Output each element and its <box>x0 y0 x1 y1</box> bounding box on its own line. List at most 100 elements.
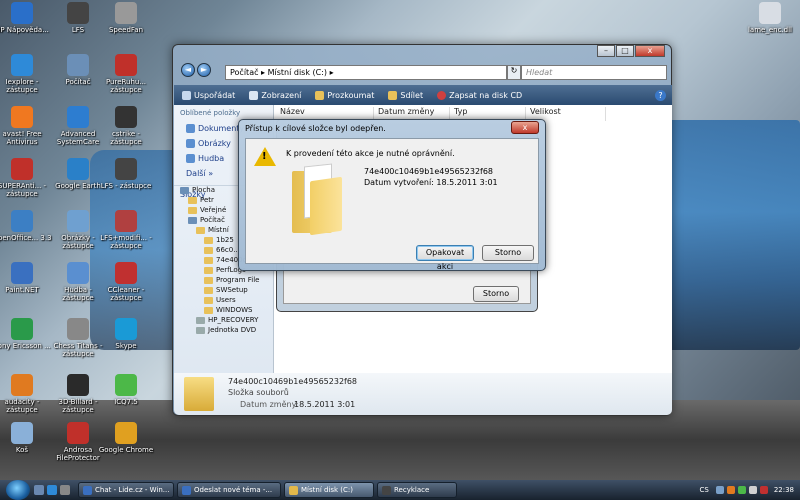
tray-icq-icon[interactable] <box>737 486 746 494</box>
desktop-icon[interactable]: Paint.NET <box>0 262 52 294</box>
quicklaunch-switch-icon[interactable] <box>60 485 70 495</box>
desktop-app-icon <box>11 54 33 76</box>
desktop-icon[interactable]: HP Nápověda... <box>0 2 52 34</box>
tree-item-label: Jednotka DVD <box>208 326 257 334</box>
desktop-icon[interactable]: SpeedFan <box>96 2 156 34</box>
desktop-icon[interactable]: CCleaner - zástupce <box>96 262 156 302</box>
desktop-app-icon <box>67 318 89 340</box>
tree-item[interactable]: Jednotka DVD <box>174 325 274 335</box>
desktop-icon-label: HP Nápověda... <box>0 26 49 34</box>
organize-button[interactable]: Uspořádat <box>182 90 236 100</box>
desktop-app-icon <box>759 2 781 24</box>
tray-network-icon[interactable] <box>715 486 724 494</box>
music-icon <box>186 154 195 163</box>
tree-item-label: Program File <box>216 276 260 284</box>
desktop-icon[interactable]: audacity - zástupce <box>0 374 52 414</box>
taskbar-button[interactable]: Odeslat nové téma -... <box>177 482 281 498</box>
task-app-icon <box>382 485 391 495</box>
refresh-button[interactable]: ↻ <box>507 65 521 80</box>
back-button[interactable]: ◄ <box>181 63 195 77</box>
folder-icon <box>204 306 213 314</box>
desktop-icon[interactable]: OpenOffice... 3.3 <box>0 210 52 242</box>
favorite-label: Hudba <box>198 154 225 163</box>
desktop-icon[interactable]: PureRuhu... zástupce <box>96 54 156 94</box>
dialog-close-button[interactable]: x <box>511 121 539 134</box>
desktop-icon[interactable]: Google Chrome <box>96 422 156 454</box>
desktop-app-icon <box>115 54 137 76</box>
organize-label: Uspořádat <box>194 90 236 100</box>
share-button[interactable]: Sdílet <box>388 90 423 100</box>
desktop-icon[interactable]: Skype <box>96 318 156 350</box>
retry-button[interactable]: Opakovat akci <box>416 245 474 271</box>
desktop-icon-label: lame_enc.dll <box>747 26 792 34</box>
desktop-icon[interactable]: avast! Free Antivirus <box>0 106 52 146</box>
desktop-app-icon <box>67 54 89 76</box>
tree-item[interactable]: HP_RECOVERY <box>174 315 274 325</box>
tree-item-label: WINDOWS <box>216 306 253 314</box>
desktop-icon[interactable]: cstrike - zástupce <box>96 106 156 146</box>
clock[interactable]: 22:38 <box>774 486 794 494</box>
tree-item[interactable]: SWSetup <box>174 285 274 295</box>
tree-item[interactable]: WINDOWS <box>174 305 274 315</box>
dialog-folder-name: 74e400c10469b1e49565232f68 <box>364 167 494 176</box>
taskbar-button[interactable]: Chat - Lide.cz - Win... <box>78 482 174 498</box>
desktop-icon-label: cstrike - zástupce <box>110 130 142 146</box>
maximize-button[interactable]: □ <box>616 45 634 57</box>
quicklaunch-ie-icon[interactable] <box>47 485 57 495</box>
desktop-icon-label: Google Chrome <box>98 446 154 454</box>
desktop-icon[interactable]: LFS+modifi... - zástupce <box>96 210 156 250</box>
desktop-app-icon <box>11 2 33 24</box>
desktop-icon[interactable]: Sony Ericsson ... <box>0 318 52 350</box>
taskbar-button[interactable]: Recyklace <box>377 482 457 498</box>
details-type: Složka souborů <box>228 388 289 397</box>
folder-icon <box>180 186 189 194</box>
start-button[interactable] <box>6 480 30 500</box>
burn-button[interactable]: Zapsat na disk CD <box>437 90 522 100</box>
tree-item-label: Plocha <box>192 186 216 194</box>
window-controls: – □ x <box>596 45 665 57</box>
task-label: Místní disk (C:) <box>301 486 354 494</box>
desktop-app-icon <box>67 158 89 180</box>
tray-shield-icon[interactable] <box>759 486 768 494</box>
background-cancel-button[interactable]: Storno <box>473 286 519 302</box>
desktop-icon[interactable]: Koš <box>0 422 52 454</box>
tray-avast-icon[interactable] <box>726 486 735 494</box>
tray-volume-icon[interactable] <box>748 486 757 494</box>
forward-button[interactable]: ► <box>197 63 211 77</box>
minimize-button[interactable]: – <box>597 45 615 57</box>
help-icon[interactable]: ? <box>655 89 666 101</box>
folder-icon <box>204 296 213 304</box>
explore-button[interactable]: Prozkoumat <box>315 90 374 100</box>
desktop-icon[interactable]: ICQ7.5 <box>96 374 156 406</box>
tree-item-label: Počítač <box>200 216 225 224</box>
desktop-icon[interactable]: LFS - zástupce <box>96 158 156 190</box>
desktop-icon[interactable]: SUPERAnti... - zástupce <box>0 158 52 198</box>
dialog-created-date: Datum vytvoření: 18.5.2011 3:01 <box>364 178 498 187</box>
close-button[interactable]: x <box>635 45 665 57</box>
burn-disc-icon <box>437 90 447 100</box>
desktop-icon-label: Iexplore - zástupce <box>5 78 39 94</box>
taskbar-button[interactable]: Místní disk (C:) <box>284 482 374 498</box>
language-indicator[interactable]: CS <box>699 486 708 494</box>
tree-item[interactable]: Users <box>174 295 274 305</box>
folder-icon <box>204 246 213 254</box>
desktop-icon[interactable]: Iexplore - zástupce <box>0 54 52 94</box>
pictures-icon <box>186 139 195 148</box>
views-button[interactable]: Zobrazení <box>249 90 301 100</box>
search-input[interactable]: Hledat <box>521 65 667 80</box>
desktop-icon-label: PureRuhu... zástupce <box>105 78 147 94</box>
tree-item[interactable]: Program File <box>174 275 274 285</box>
folder-icon <box>204 276 213 284</box>
views-icon <box>249 90 259 100</box>
folder-icon <box>204 266 213 274</box>
desktop-icon[interactable]: lame_enc.dll <box>740 2 800 34</box>
taskbar: Chat - Lide.cz - Win... Odeslat nové téma… <box>0 480 800 500</box>
details-pane: 74e400c10469b1e49565232f68 Složka soubor… <box>174 373 672 415</box>
dialog-cancel-button[interactable]: Storno <box>482 245 534 261</box>
folder-icon <box>196 316 205 324</box>
desktop-icon-label: audacity - zástupce <box>4 398 40 414</box>
desktop-app-icon <box>67 106 89 128</box>
quicklaunch-desktop-icon[interactable] <box>34 485 44 495</box>
address-bar[interactable]: Počítač ▸ Místní disk (C:) ▸ <box>225 65 507 80</box>
desktop-app-icon <box>115 374 137 396</box>
